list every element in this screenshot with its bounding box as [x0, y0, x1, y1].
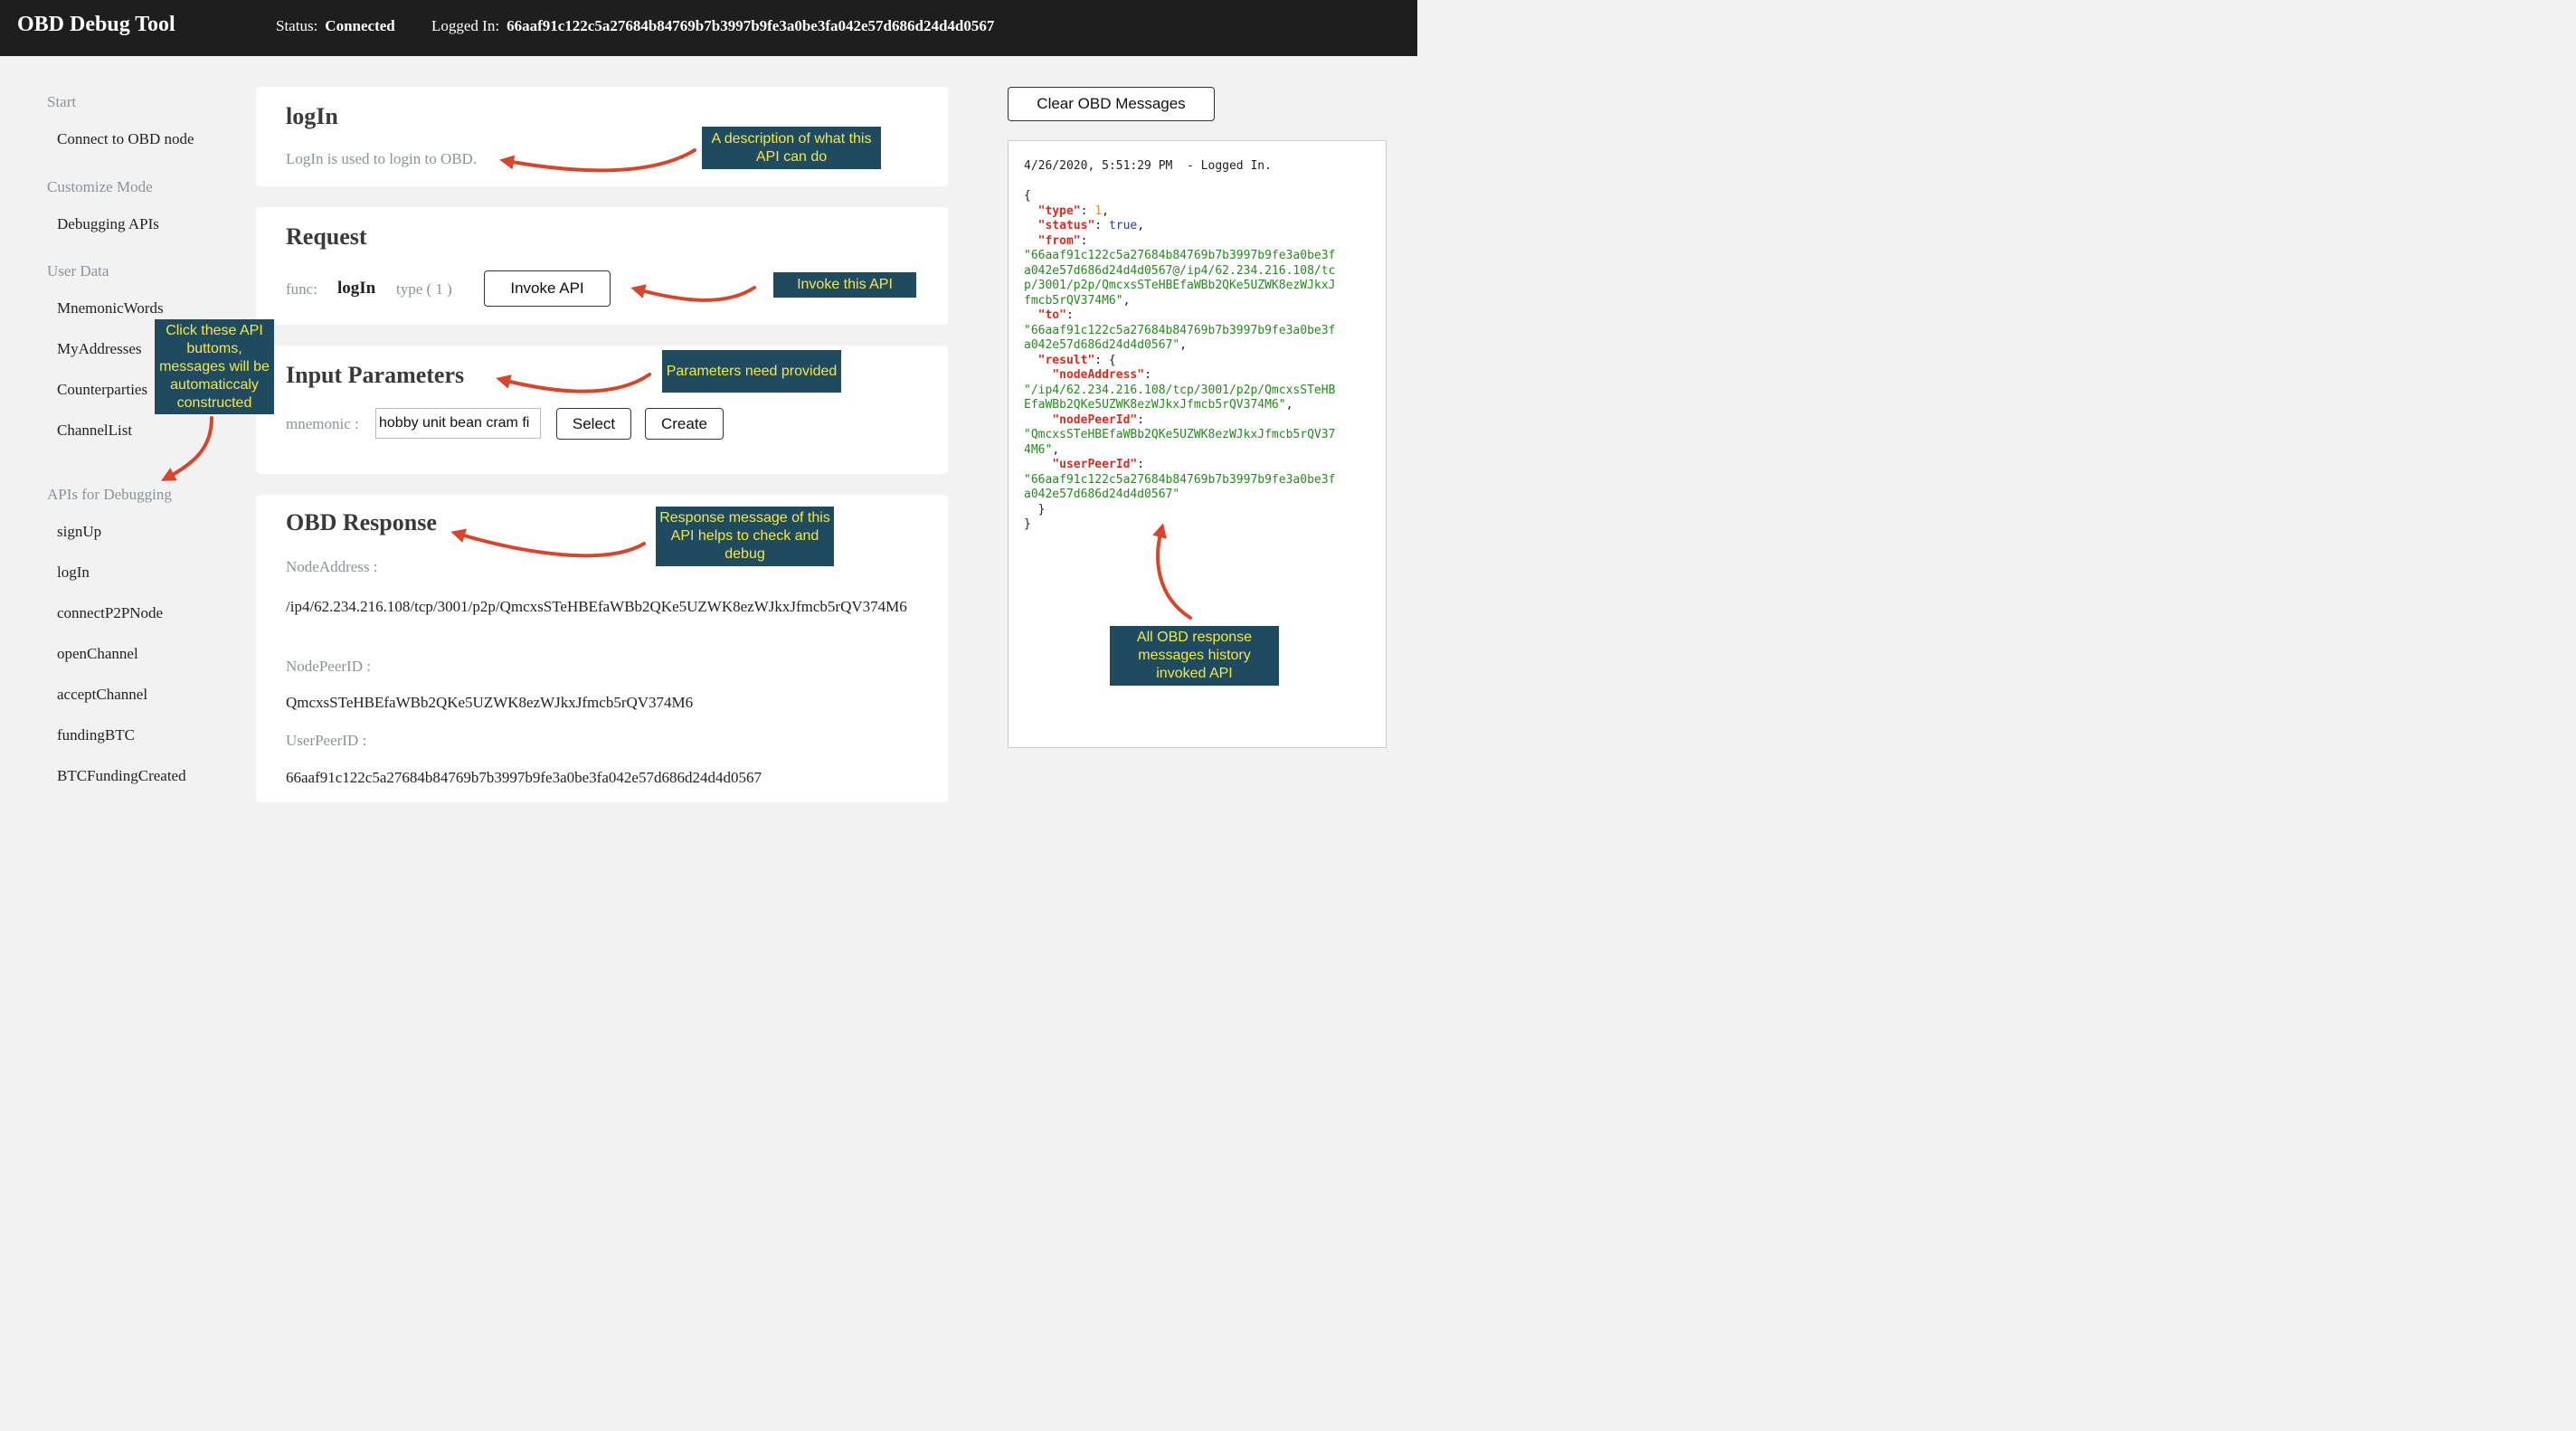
sidebar-item-login[interactable]: logIn [57, 564, 90, 582]
login-status: Logged In: 66aaf91c122c5a27684b84769b7b39… [431, 17, 994, 35]
sidebar-item-counterparties[interactable]: Counterparties [57, 381, 147, 399]
request-card: Request func: logIn type ( 1 ) Invoke AP… [256, 207, 948, 325]
sidebar-section-user-data: User Data [47, 262, 109, 280]
sidebar-item-connect-node[interactable]: Connect to OBD node [57, 130, 194, 148]
func-value: logIn [337, 279, 376, 298]
json-key: "type" [1037, 204, 1081, 218]
obd-response-title: OBD Response [286, 509, 437, 535]
login-user-id: 66aaf91c122c5a27684b84769b7b3997b9fe3a0b… [507, 17, 995, 34]
api-title: logIn [286, 103, 338, 129]
input-parameters-card: Input Parameters mnemonic : Select Creat… [256, 346, 948, 474]
sidebar-item-signup[interactable]: signUp [57, 523, 101, 541]
sidebar-section-start: Start [47, 93, 77, 110]
sidebar-item-mnemonic-words[interactable]: MnemonicWords [57, 299, 164, 317]
json-value: "66aaf91c122c5a27684b84769b7b3997b9fe3a0… [1024, 323, 1336, 353]
select-button[interactable]: Select [556, 408, 631, 440]
json-key: "result" [1037, 353, 1095, 367]
type-label: type ( 1 ) [396, 280, 452, 298]
node-peer-id-value: QmcxsSTeHBEfaWBb2QKe5UZWK8ezWJkxJfmcb5rQ… [286, 694, 694, 711]
sidebar-item-debugging-apis[interactable]: Debugging APIs [57, 215, 159, 233]
json-key: "to" [1037, 308, 1066, 322]
json-value: "QmcxsSTeHBEfaWBb2QKe5UZWK8ezWJkxJfmcb5r… [1024, 428, 1336, 457]
annotation-history: All OBD response messages history invoke… [1110, 626, 1279, 686]
clear-obd-messages-button[interactable]: Clear OBD Messages [1008, 87, 1215, 121]
sidebar-item-btc-funding-created[interactable]: BTCFundingCreated [57, 767, 186, 785]
obd-response-card: OBD Response NodeAddress : /ip4/62.234.2… [256, 495, 948, 802]
sidebar-section-customize-mode: Customize Mode [47, 178, 153, 195]
json-value: "/ip4/62.234.216.108/tcp/3001/p2p/QmcxsS… [1024, 383, 1336, 412]
sidebar-item-channel-list[interactable]: ChannelList [57, 422, 132, 440]
api-description: LogIn is used to login to OBD. [286, 150, 478, 167]
node-address-label: NodeAddress : [286, 558, 378, 575]
node-address-value: /ip4/62.234.216.108/tcp/3001/p2p/QmcxsST… [286, 598, 907, 615]
json-value: "66aaf91c122c5a27684b84769b7b3997b9fe3a0… [1024, 472, 1336, 502]
json-value: "66aaf91c122c5a27684b84769b7b3997b9fe3a0… [1024, 249, 1336, 308]
annotation-invoke: Invoke this API [773, 272, 916, 298]
sidebar-section-apis-for-debugging: APIs for Debugging [47, 486, 172, 503]
log-content: 4/26/2020, 5:51:29 PM - Logged In. { "ty… [1024, 159, 1336, 531]
sidebar-item-funding-btc[interactable]: fundingBTC [57, 726, 135, 744]
log-header: 4/26/2020, 5:51:29 PM - Logged In. [1024, 159, 1272, 173]
annotation-description: A description of what this API can do [702, 127, 881, 169]
json-value: true [1108, 219, 1138, 232]
json-key: "userPeerId" [1052, 458, 1138, 471]
sidebar-item-open-channel[interactable]: openChannel [57, 645, 138, 663]
status-value: Connected [325, 17, 395, 34]
sidebar-item-my-addresses[interactable]: MyAddresses [57, 340, 142, 358]
json-key: "nodePeerId" [1052, 412, 1138, 427]
input-parameters-title: Input Parameters [286, 362, 465, 388]
json-value: 1 [1094, 204, 1103, 218]
request-title: Request [286, 223, 367, 250]
top-bar: OBD Debug Tool Status: Connected Logged I… [0, 0, 1417, 56]
node-peer-id-label: NodePeerID : [286, 658, 371, 675]
func-label: func: [286, 280, 317, 298]
annotation-api-buttons: Click these API buttoms, messages will b… [155, 319, 274, 414]
app-title: OBD Debug Tool [17, 13, 175, 36]
invoke-api-button[interactable]: Invoke API [484, 270, 611, 307]
mnemonic-label: mnemonic : [286, 415, 359, 432]
login-label: Logged In: [431, 17, 500, 34]
sidebar-item-connect-p2p-node[interactable]: connectP2PNode [57, 604, 163, 622]
user-peer-id-label: UserPeerID : [286, 732, 367, 749]
mnemonic-input[interactable] [375, 408, 541, 439]
connection-status: Status: Connected [276, 17, 395, 35]
annotation-response: Response message of this API helps to ch… [656, 507, 834, 566]
json-key: "from" [1037, 233, 1081, 248]
json-key: "nodeAddress" [1052, 368, 1145, 382]
json-key: "status" [1037, 219, 1095, 232]
sidebar-item-accept-channel[interactable]: acceptChannel [57, 686, 147, 704]
user-peer-id-value: 66aaf91c122c5a27684b84769b7b3997b9fe3a0b… [286, 769, 762, 786]
arrow-to-sidebar-apis [160, 416, 213, 481]
annotation-parameters: Parameters need provided [662, 350, 841, 393]
create-button[interactable]: Create [645, 408, 724, 440]
status-label: Status: [276, 17, 318, 34]
